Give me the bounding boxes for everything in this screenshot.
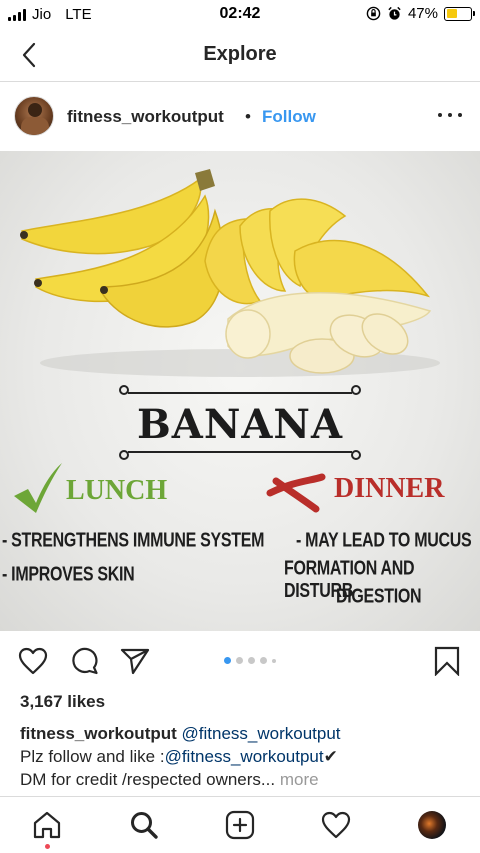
home-icon: [33, 811, 61, 839]
likes-count[interactable]: 3,167 likes: [20, 692, 105, 712]
post-username[interactable]: fitness_workoutput: [67, 107, 224, 127]
post-header: fitness_workoutput • Follow: [0, 83, 480, 149]
tab-profile[interactable]: [416, 809, 448, 841]
caption-line: Plz follow and like :@fitness_workoutput…: [20, 745, 470, 768]
dinner-line: DIGESTION: [336, 586, 422, 608]
bookmark-icon: [434, 646, 460, 676]
lunch-point: - IMPROVES SKIN: [2, 564, 135, 586]
post-actions: [0, 638, 480, 684]
save-button[interactable]: [432, 646, 462, 676]
post-caption: fitness_workoutput @fitness_workoutput P…: [20, 722, 470, 791]
page-title: Explore: [203, 43, 277, 65]
status-right: 47%: [366, 5, 475, 22]
follow-button[interactable]: Follow: [262, 107, 316, 127]
caption-mention[interactable]: @fitness_workoutput: [182, 724, 341, 743]
send-icon: [120, 648, 150, 675]
share-button[interactable]: [120, 646, 150, 676]
carousel-dot: [248, 657, 255, 664]
post-image[interactable]: BANANA LUNCH DINNER - STRENGTHENS IMMUNE…: [0, 151, 480, 631]
tab-search[interactable]: [128, 809, 160, 841]
tab-new-post[interactable]: [224, 809, 256, 841]
alarm-icon: [388, 6, 401, 20]
caption-username[interactable]: fitness_workoutput: [20, 724, 177, 743]
bottom-tab-bar: [0, 796, 480, 853]
comment-button[interactable]: [70, 646, 100, 676]
image-title: BANANA: [136, 401, 344, 448]
screen-rotation-lock-icon: [366, 6, 381, 21]
caption-line: DM for credit /respected owners... more: [20, 768, 470, 791]
notification-dot: [45, 844, 50, 849]
carousel-dot: [224, 657, 231, 664]
heart-icon: [321, 811, 351, 839]
caption-more-link[interactable]: more: [280, 770, 319, 789]
dinner-heading: DINNER: [334, 473, 445, 504]
separator-dot: •: [245, 107, 251, 126]
carousel-dot: [272, 658, 276, 663]
dinner-line: - MAY LEAD TO MUCUS: [296, 530, 472, 552]
tab-home[interactable]: [31, 809, 63, 841]
carousel-dot: [236, 657, 243, 664]
carousel-dot: [260, 657, 267, 664]
status-bar: Jio LTE 02:42 47%: [0, 0, 480, 30]
top-nav: Explore: [0, 30, 480, 82]
battery-icon: [444, 6, 475, 21]
caption-text: DM for credit /respected owners...: [20, 770, 276, 789]
caption-mention[interactable]: @fitness_workoutput: [165, 747, 324, 766]
check-emoji: ✔: [323, 747, 338, 766]
tab-activity[interactable]: [320, 809, 352, 841]
battery-percent: 47%: [407, 5, 438, 22]
carousel-indicator: [224, 657, 276, 664]
search-icon: [131, 812, 158, 839]
avatar[interactable]: [14, 96, 54, 136]
caption-line: fitness_workoutput @fitness_workoutput: [20, 722, 470, 745]
like-button[interactable]: [18, 646, 48, 676]
caption-text: Plz follow and like :: [20, 747, 165, 766]
heart-icon: [18, 647, 48, 675]
comment-icon: [72, 647, 98, 675]
add-post-icon: [225, 810, 255, 840]
battery-level: [446, 9, 458, 18]
more-options-icon[interactable]: [438, 105, 462, 125]
profile-icon: [418, 811, 446, 839]
lunch-heading: LUNCH: [66, 475, 168, 506]
